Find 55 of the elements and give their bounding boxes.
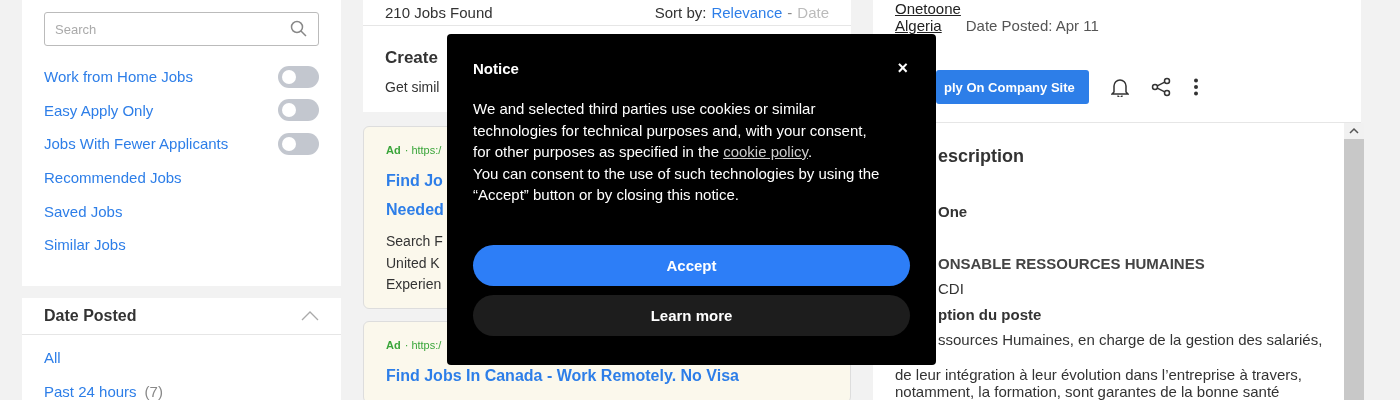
- apply-button[interactable]: ply On Company Site: [936, 70, 1089, 104]
- location-link[interactable]: Algeria: [895, 18, 942, 34]
- bell-icon[interactable]: [1110, 77, 1129, 97]
- description-heading: escription: [938, 145, 1025, 167]
- section-title: Date Posted: [44, 306, 137, 325]
- ad-label: Ad: [386, 337, 401, 353]
- ad-text: Experien: [386, 275, 442, 294]
- ad-url[interactable]: · https:/: [404, 336, 442, 353]
- close-button[interactable]: ×: [897, 58, 908, 79]
- search-icon[interactable]: [290, 20, 307, 37]
- ad-text: Search F: [386, 232, 443, 251]
- chevron-icon[interactable]: [301, 310, 319, 321]
- toggle-switch[interactable]: [278, 133, 319, 155]
- more-icon[interactable]: [1192, 78, 1199, 96]
- separator: -: [787, 4, 793, 21]
- notice-text: We and selected third parties use cookies or similar technologies for technical purposes and, with your consent, for other purposes as specified in the cookie policy.: [473, 99, 868, 162]
- ad-title[interactable]: Find Jo: [386, 166, 443, 195]
- ad-title[interactable]: Find Jobs In Canada - Work Remotely. No Visa: [386, 360, 739, 390]
- time-range-link[interactable]: All: [44, 349, 61, 367]
- company-link[interactable]: Onetoone: [895, 0, 961, 17]
- alert-text: Get simil: [385, 79, 440, 95]
- date-posted: Date Posted: Apr 11: [965, 18, 1099, 34]
- filter-link[interactable]: Saved Jobs: [44, 202, 123, 220]
- ad-url[interactable]: · https:/: [404, 142, 442, 158]
- sort-option[interactable]: Relevance: [711, 4, 783, 21]
- filter-link[interactable]: Similar Jobs: [44, 236, 126, 254]
- filter-link[interactable]: Recommended Jobs: [44, 169, 182, 187]
- accept-button[interactable]: Accept: [473, 244, 910, 286]
- notice-title: Notice: [473, 60, 519, 77]
- description-text: ssources Humaines, en charge de la gestion des salariés,: [938, 330, 1323, 350]
- sort-label: Sort by:: [654, 4, 707, 21]
- result-count: (7): [144, 383, 163, 400]
- alert-title: Create: [385, 48, 438, 68]
- cookie-policy-link[interactable]: cookie policy: [723, 143, 808, 160]
- ad-label: Ad: [386, 143, 401, 158]
- filter-link[interactable]: Jobs With Fewer Applicants: [44, 135, 229, 153]
- description-text: CDI: [938, 279, 964, 299]
- description-text: de leur intégration à leur évolution dans l’entreprise à travers,: [895, 365, 1302, 383]
- search-field[interactable]: Search: [44, 12, 319, 46]
- ad-title[interactable]: Needed: [386, 195, 444, 224]
- filter-link[interactable]: Easy Apply Only: [44, 101, 154, 119]
- notice-text: You can consent to the use of such technologies by using the “Accept” button or by closing this notice.: [473, 163, 881, 205]
- toggle-switch[interactable]: [278, 65, 319, 88]
- description-text: ption du poste: [938, 304, 1042, 325]
- description-text: notamment, la formation, sont garantes de la bonne santé: [895, 382, 1280, 400]
- ad-text: United K: [386, 253, 440, 273]
- description-text: One: [938, 202, 968, 222]
- share-icon[interactable]: [1150, 77, 1171, 97]
- learn-more-button[interactable]: Learn more: [473, 294, 910, 336]
- filter-link[interactable]: Work from Home Jobs: [44, 68, 193, 86]
- description-text: ONSABLE RESSOURCES HUMAINES: [938, 253, 1205, 274]
- results-count: 210 Jobs Found: [385, 4, 493, 21]
- toggle-switch[interactable]: [278, 99, 319, 122]
- time-range-link[interactable]: Past 24 hours: [44, 383, 137, 400]
- scroll-up-icon[interactable]: [1348, 127, 1361, 135]
